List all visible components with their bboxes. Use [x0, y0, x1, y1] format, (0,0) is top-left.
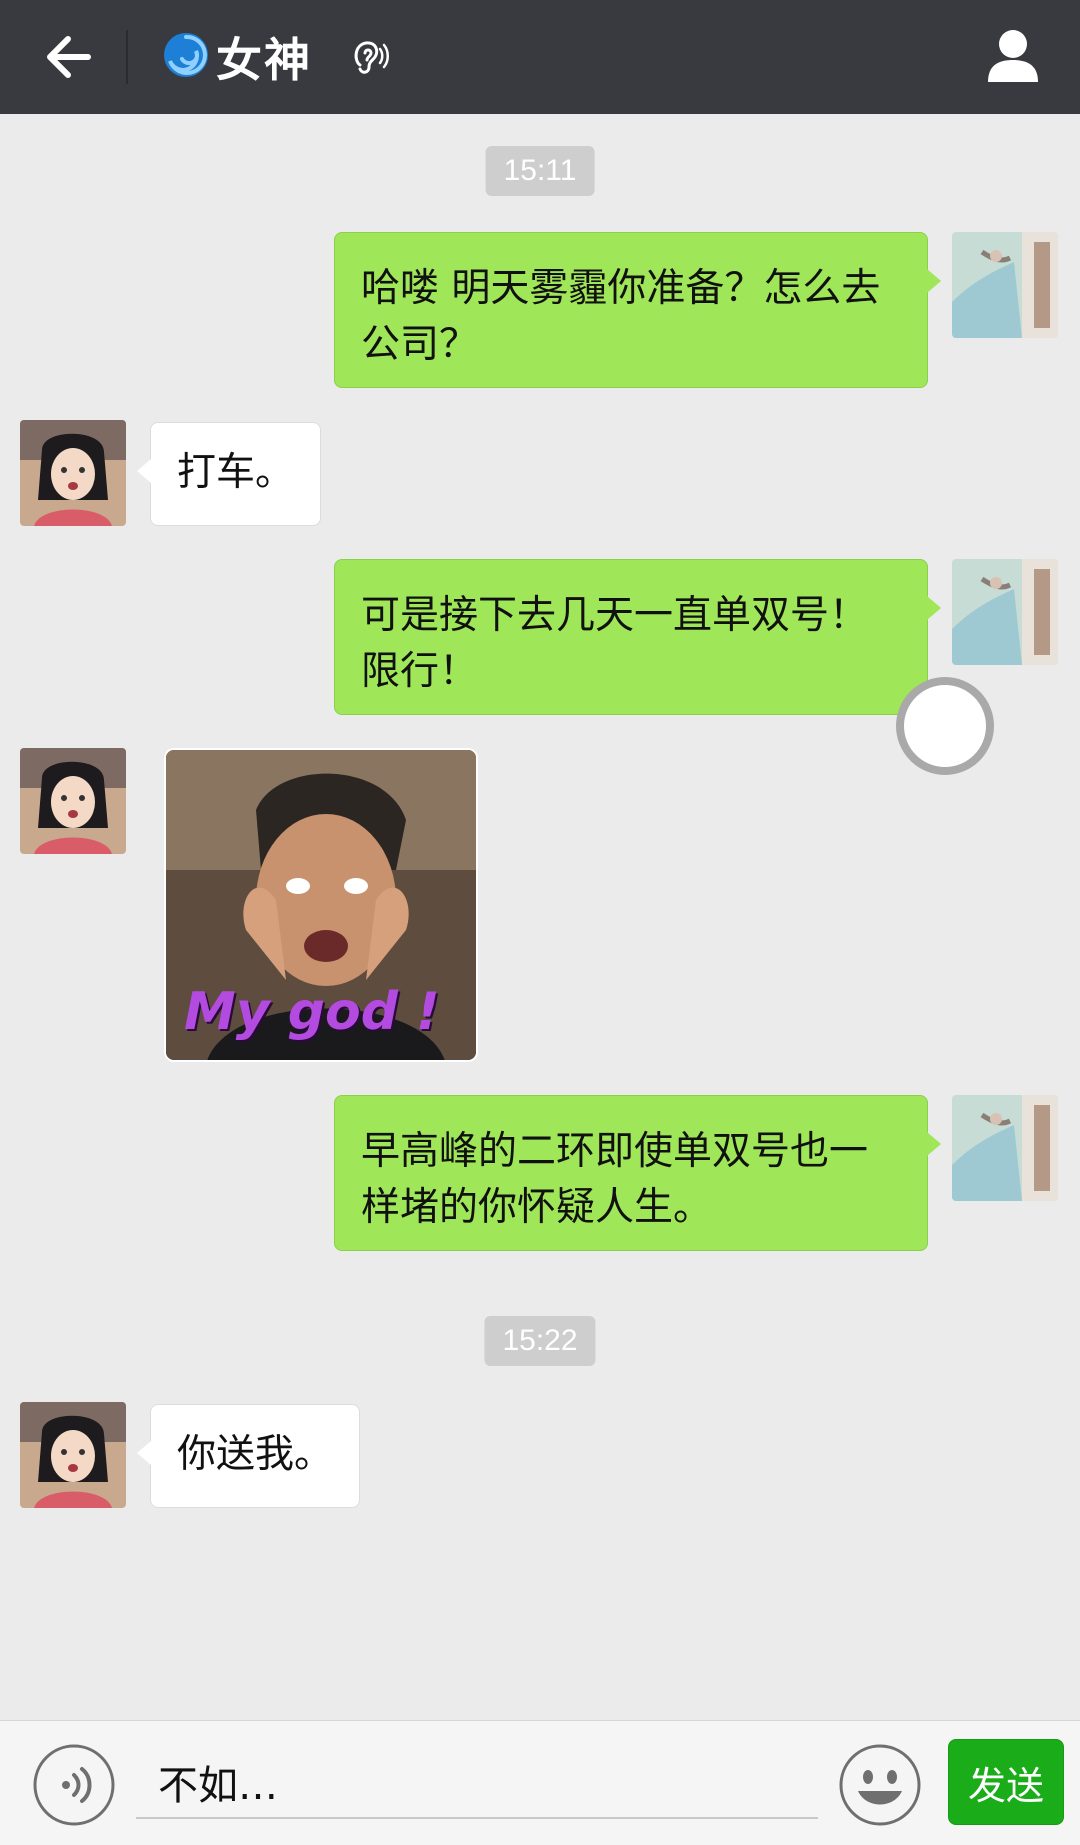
contact-avatar[interactable]: [20, 420, 126, 526]
input-bar: 不如… 发送: [0, 1720, 1080, 1845]
floating-assistive-button[interactable]: [896, 677, 994, 775]
sticker-message[interactable]: My god !: [164, 748, 478, 1062]
my-message-bubble[interactable]: 可是接下去几天一直单双号！限行！: [334, 559, 941, 715]
header-divider: [126, 30, 128, 84]
contact-avatar[interactable]: [20, 748, 126, 854]
timestamp: 15:22: [484, 1316, 596, 1366]
my-message-bubble[interactable]: 哈喽 明天雾霾你准备？怎么去公司？: [334, 232, 941, 388]
back-arrow-icon: [47, 36, 91, 78]
my-avatar[interactable]: [952, 232, 1058, 338]
chat-header: 女神: [0, 0, 1080, 114]
contact-message-bubble[interactable]: 打车。: [136, 422, 322, 526]
contact-message-bubble[interactable]: 你送我。: [136, 1404, 361, 1508]
contact-avatar[interactable]: [20, 1402, 126, 1508]
cyclone-emoji-icon: [162, 31, 210, 83]
user-profile-icon: [988, 30, 1038, 82]
chat-screen: 女神 15:11 哈喽 明天雾霾你准备？怎么去公司？ 打车。 可是接下去几天一直…: [0, 0, 1080, 1845]
back-button[interactable]: [36, 24, 102, 90]
timestamp: 15:11: [485, 146, 595, 196]
contact-profile-button[interactable]: [980, 22, 1046, 88]
smiley-icon: [839, 1744, 921, 1826]
my-avatar[interactable]: [952, 559, 1058, 665]
message-input[interactable]: 不如…: [136, 1747, 818, 1819]
sticker-caption: My god !: [184, 982, 440, 1042]
voice-input-button[interactable]: [32, 1743, 116, 1827]
emoji-button[interactable]: [838, 1743, 922, 1827]
contact-name: 女神: [216, 33, 312, 87]
earpiece-mode-icon[interactable]: [346, 35, 390, 79]
voice-icon: [33, 1744, 115, 1826]
my-avatar[interactable]: [952, 1095, 1058, 1201]
my-message-bubble[interactable]: 早高峰的二环即使单双号也一样堵的你怀疑人生。: [334, 1095, 941, 1251]
chat-title: 女神: [162, 22, 390, 92]
send-button[interactable]: 发送: [948, 1739, 1064, 1825]
